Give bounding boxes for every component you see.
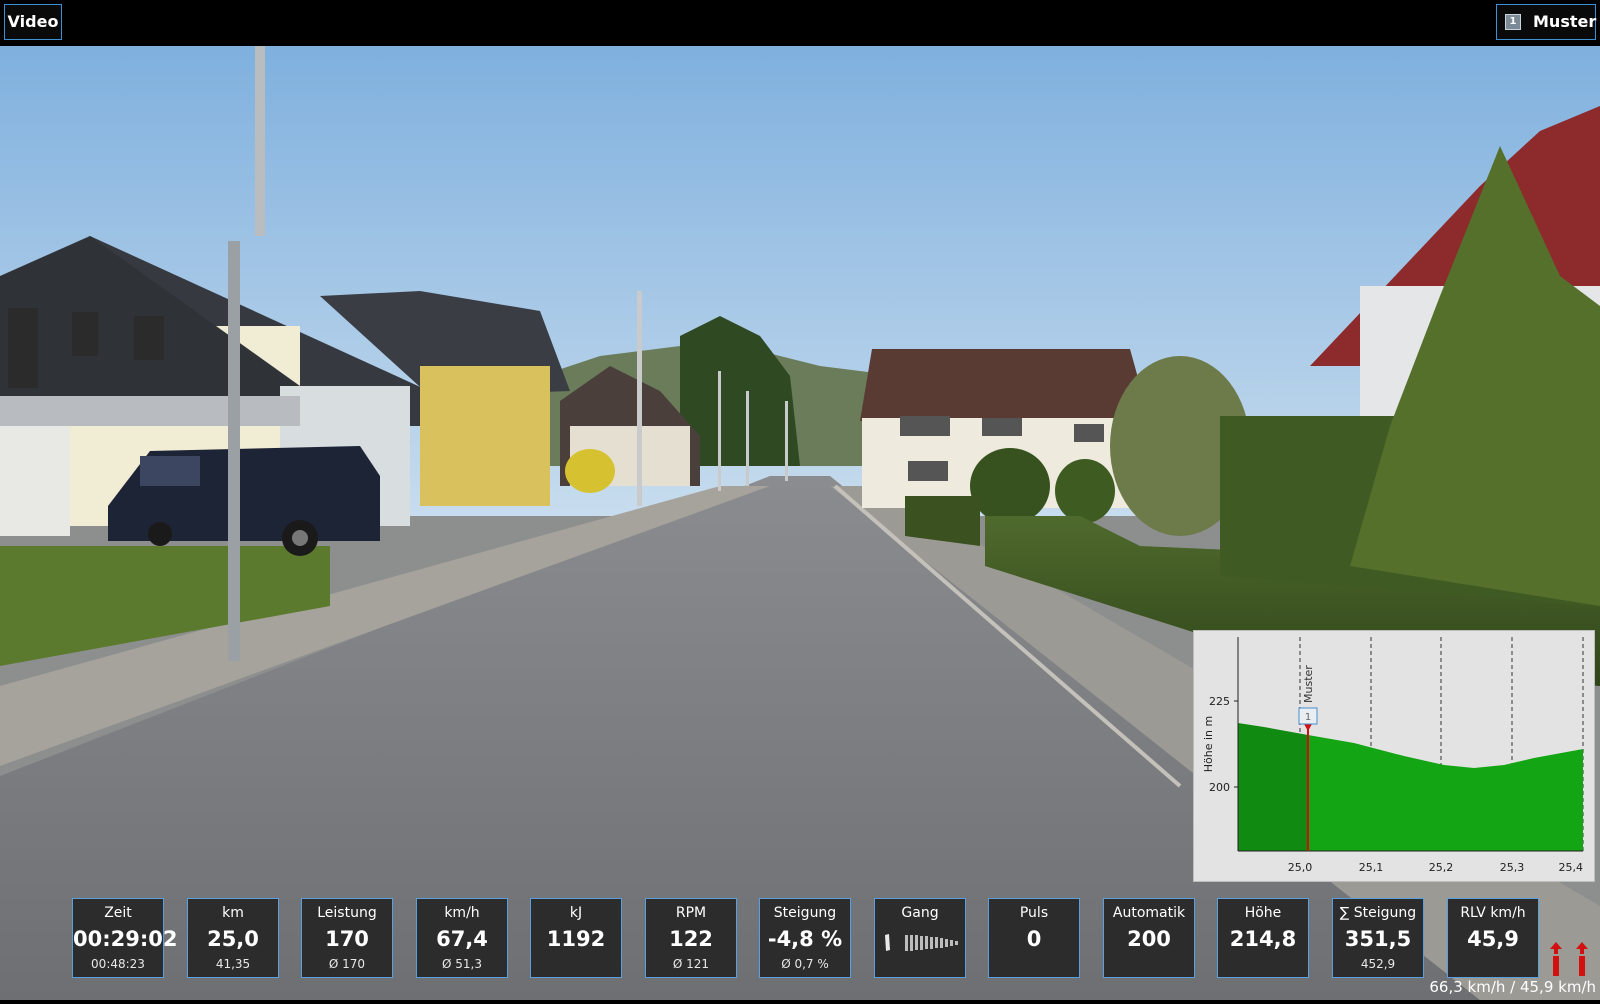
metric-label: kJ xyxy=(569,905,583,921)
metric-tile-gradient: Steigung -4,8 % Ø 0,7 % xyxy=(759,898,851,978)
rider-name: Muster xyxy=(1533,12,1597,31)
metric-label: km xyxy=(222,905,244,921)
metric-value: 25,0 xyxy=(207,927,259,951)
metric-value: 1192 xyxy=(546,927,606,951)
metric-value: 45,9 xyxy=(1467,927,1519,951)
rider-marker-badge-text: 1 xyxy=(1305,712,1311,723)
shift-up-arrow-icon xyxy=(1550,942,1562,976)
metric-label: RLV km/h xyxy=(1460,905,1526,921)
y-tick-label: 225 xyxy=(1209,695,1230,708)
metric-label: Höhe xyxy=(1244,905,1282,921)
metric-tile-cadence: RPM 122 Ø 121 xyxy=(645,898,737,978)
gear-indicator-icon xyxy=(885,934,958,951)
metric-subvalue: Ø 51,3 xyxy=(442,957,482,971)
metric-tile-pulse: Puls 0 xyxy=(988,898,1080,978)
metric-value: 214,8 xyxy=(1229,927,1297,951)
rider-button[interactable]: 1 Muster xyxy=(1496,4,1596,40)
metric-subvalue: Ø 170 xyxy=(328,957,366,971)
speed-readout: 66,3 km/h / 45,9 km/h xyxy=(1429,978,1596,996)
metric-tile-rlv-speed: RLV km/h 45,9 xyxy=(1447,898,1539,978)
metric-tile-power: Leistung 170 Ø 170 xyxy=(301,898,393,978)
metric-value: 122 xyxy=(669,927,713,951)
elevation-profile-chart: 1 Muster 225 200 Höhe in m 25,0 25,1 25,… xyxy=(1193,630,1595,882)
metric-label: Zeit xyxy=(104,905,132,921)
x-tick-label: 25,4 xyxy=(1559,861,1584,874)
rider-marker-label: Muster xyxy=(1302,665,1315,703)
metric-tile-energy: kJ 1192 xyxy=(530,898,622,978)
x-tick-label: 25,0 xyxy=(1288,861,1313,874)
metric-subvalue: Ø 0,7 % xyxy=(781,957,829,971)
metric-tile-total-climb: ∑ Steigung 351,5 452,9 xyxy=(1332,898,1424,978)
rider-number-badge: 1 xyxy=(1505,14,1521,30)
metric-value: 00:29:02 xyxy=(73,927,178,951)
x-tick-label: 25,1 xyxy=(1359,861,1384,874)
y-axis-label: Höhe in m xyxy=(1202,716,1215,772)
metric-value: 0 xyxy=(1026,927,1042,951)
metric-tile-altitude: Höhe 214,8 xyxy=(1217,898,1309,978)
metric-tile-time: Zeit 00:29:02 00:48:23 xyxy=(72,898,178,978)
metric-label: Automatik xyxy=(1112,905,1186,921)
metric-label: Gang xyxy=(901,905,939,921)
metric-tile-gear: Gang xyxy=(874,898,966,978)
metric-label: ∑ Steigung xyxy=(1339,905,1417,921)
metric-value: 170 xyxy=(325,927,369,951)
position-marker-arrow xyxy=(1304,724,1312,731)
metric-label: Steigung xyxy=(773,905,837,921)
elevation-area-passed xyxy=(1238,723,1308,851)
x-tick-label: 25,2 xyxy=(1429,861,1454,874)
metric-subvalue: Ø 121 xyxy=(672,957,710,971)
metric-subvalue: 00:48:23 xyxy=(91,957,145,971)
metric-value: 67,4 xyxy=(436,927,488,951)
metric-label: km/h xyxy=(444,905,480,921)
metric-tile-automatic[interactable]: Automatik 200 xyxy=(1103,898,1195,978)
elevation-area-upcoming xyxy=(1308,735,1583,851)
metric-tile-distance: km 25,0 41,35 xyxy=(187,898,279,978)
shift-up-arrow-icon xyxy=(1576,942,1588,976)
metric-value: 200 xyxy=(1127,927,1171,951)
y-tick-label: 200 xyxy=(1209,781,1230,794)
top-bar: Video 1 Muster xyxy=(0,0,1600,46)
shift-up-icons xyxy=(1550,942,1588,976)
metric-label: Leistung xyxy=(317,905,377,921)
video-button[interactable]: Video xyxy=(4,4,62,40)
metric-value: 351,5 xyxy=(1344,927,1412,951)
metric-subvalue: 452,9 xyxy=(1360,957,1396,971)
metric-value: -4,8 % xyxy=(767,927,843,951)
x-tick-label: 25,3 xyxy=(1500,861,1525,874)
metric-tile-speed: km/h 67,4 Ø 51,3 xyxy=(416,898,508,978)
metric-subvalue: 41,35 xyxy=(215,957,251,971)
metric-label: Puls xyxy=(1019,905,1049,921)
metric-label: RPM xyxy=(675,905,707,921)
